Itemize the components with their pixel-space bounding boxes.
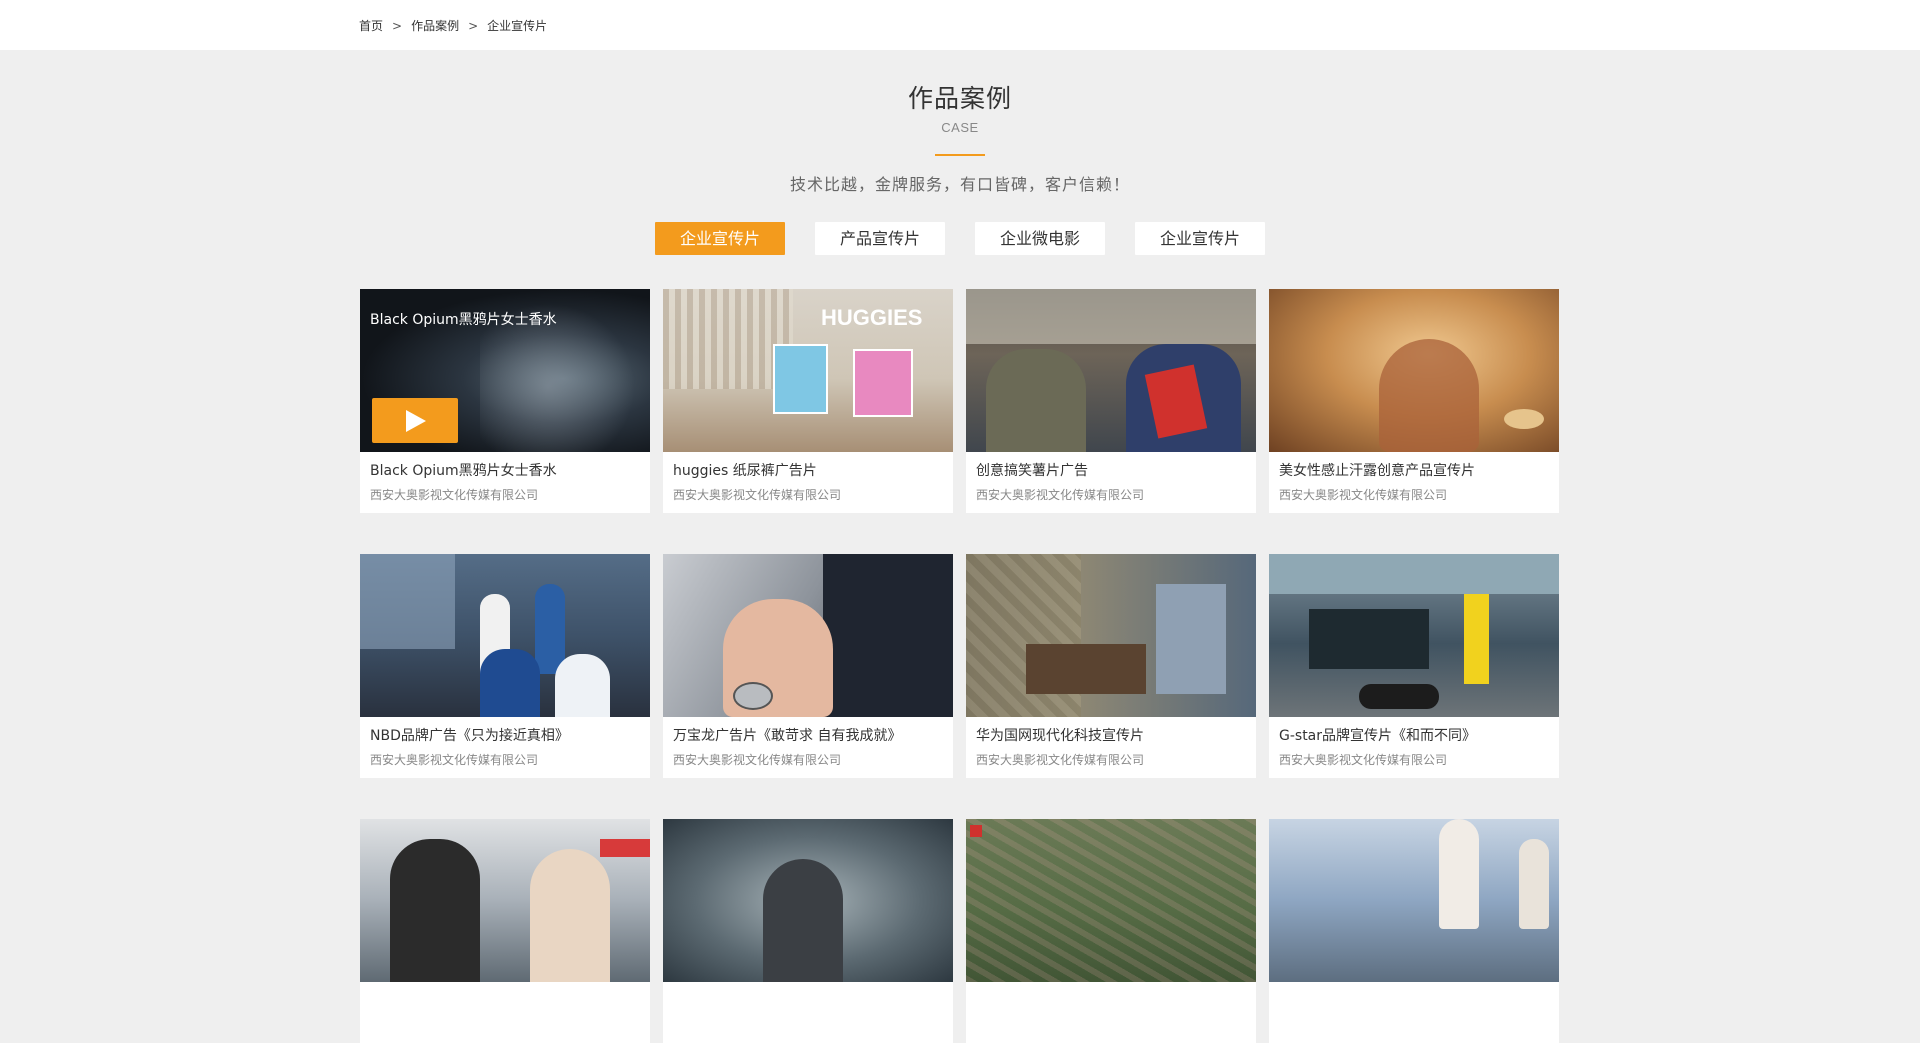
thumbnail-decoration [360,554,455,649]
case-card[interactable]: Black Opium黑鸦片女士香水 Black Opium黑鸦片女士香水 西安… [360,289,650,513]
breadcrumb: 首页 > 作品案例 > 企业宣传片 [359,17,547,34]
case-card[interactable] [360,819,650,1043]
case-company: 西安大奥影视文化传媒有限公司 [976,753,1145,767]
case-thumbnail[interactable] [1269,819,1559,982]
thumbnail-decoration [555,654,610,717]
thumbnail-decoration [1439,819,1479,929]
thumbnail-decoration [480,649,540,717]
case-card[interactable]: 华为国网现代化科技宣传片 西安大奥影视文化传媒有限公司 [966,554,1256,778]
section-heading: 作品案例 CASE 技术比越，金牌服务，有口皆碑，客户信赖！ [0,82,1920,195]
case-card[interactable] [1269,819,1559,1043]
thumbnail-decoration [1464,594,1489,684]
case-thumbnail[interactable]: Black Opium黑鸦片女士香水 [360,289,650,452]
case-company: 西安大奥影视文化传媒有限公司 [370,753,539,767]
thumbnail-decoration [986,349,1086,452]
case-title[interactable]: G-star品牌宣传片《和而不同》 [1279,725,1476,745]
breadcrumb-home[interactable]: 首页 [359,17,383,34]
case-thumbnail[interactable] [1269,289,1559,452]
case-thumbnail[interactable] [663,819,953,982]
case-thumbnail[interactable] [1269,554,1559,717]
tab-micro-film[interactable]: 企业微电影 [975,222,1105,255]
case-card[interactable]: 美女性感止汗露创意产品宣传片 西安大奥影视文化传媒有限公司 [1269,289,1559,513]
thumbnail-decoration [970,825,982,837]
thumbnail-decoration [733,682,773,710]
case-title[interactable]: 创意搞笑薯片广告 [976,460,1088,480]
tab-corporate-promo[interactable]: 企业宣传片 [655,222,785,255]
breadcrumb-current[interactable]: 企业宣传片 [487,17,547,34]
breadcrumb-separator: > [468,18,479,33]
thumbnail-decoration [1156,584,1226,694]
thumbnail-decoration [823,554,953,717]
breadcrumb-cases[interactable]: 作品案例 [411,17,459,34]
case-card[interactable]: 万宝龙广告片《敢苛求 自有我成就》 西安大奥影视文化传媒有限公司 [663,554,953,778]
case-thumbnail[interactable] [966,819,1256,982]
thumbnail-decoration [966,289,1256,344]
category-tabs: 企业宣传片 产品宣传片 企业微电影 企业宣传片 [0,222,1920,255]
page-title: 作品案例 [907,84,1012,113]
case-title[interactable]: 华为国网现代化科技宣传片 [976,725,1144,745]
case-company: 西安大奥影视文化传媒有限公司 [673,488,842,502]
case-company: 西安大奥影视文化传媒有限公司 [1279,488,1448,502]
page-subtitle: CASE [941,120,979,135]
breadcrumb-separator: > [392,18,403,33]
case-card[interactable]: G-star品牌宣传片《和而不同》 西安大奥影视文化传媒有限公司 [1269,554,1559,778]
case-title[interactable]: huggies 纸尿裤广告片 [673,460,817,480]
case-company: 西安大奥影视文化传媒有限公司 [976,488,1145,502]
case-card[interactable]: HUGGIES huggies 纸尿裤广告片 西安大奥影视文化传媒有限公司 [663,289,953,513]
title-divider [935,154,985,156]
thumbnail-decoration [1504,409,1544,429]
case-card[interactable] [663,819,953,1043]
case-thumbnail[interactable] [966,554,1256,717]
thumbnail-decoration [390,839,480,982]
case-title[interactable]: 万宝龙广告片《敢苛求 自有我成就》 [673,725,901,745]
breadcrumb-bar: 首页 > 作品案例 > 企业宣传片 [0,0,1920,50]
case-thumbnail[interactable] [966,289,1256,452]
thumbnail-decoration [1359,684,1439,709]
thumbnail-decoration [1309,609,1429,669]
case-title[interactable]: Black Opium黑鸦片女士香水 [370,460,557,480]
tab-corporate-promo-2[interactable]: 企业宣传片 [1135,222,1265,255]
thumbnail-decoration [773,344,828,414]
case-company: 西安大奥影视文化传媒有限公司 [1279,753,1448,767]
case-company: 西安大奥影视文化传媒有限公司 [673,753,842,767]
case-thumbnail[interactable]: HUGGIES [663,289,953,452]
thumbnail-decoration [530,849,610,982]
thumbnail-decoration [1379,339,1479,452]
case-company: 西安大奥影视文化传媒有限公司 [370,488,539,502]
thumbnail-overlay-title: Black Opium黑鸦片女士香水 [370,312,557,328]
page-slogan: 技术比越，金牌服务，有口皆碑，客户信赖！ [789,175,1130,194]
case-thumbnail[interactable] [360,554,650,717]
case-thumbnail[interactable] [663,554,953,717]
thumbnail-decoration [600,839,650,857]
case-card[interactable]: NBD品牌广告《只为接近真相》 西安大奥影视文化传媒有限公司 [360,554,650,778]
case-title[interactable]: 美女性感止汗露创意产品宣传片 [1279,460,1475,480]
thumbnail-decoration [1519,839,1549,929]
thumbnail-decoration [853,349,913,417]
thumbnail-decoration [763,859,843,982]
case-thumbnail[interactable] [360,819,650,982]
tab-product-promo[interactable]: 产品宣传片 [815,222,945,255]
thumbnail-brand-text: HUGGIES [821,305,923,330]
thumbnail-decoration [1026,644,1146,694]
case-title[interactable]: NBD品牌广告《只为接近真相》 [370,725,569,745]
case-card[interactable]: 创意搞笑薯片广告 西安大奥影视文化传媒有限公司 [966,289,1256,513]
thumbnail-decoration [1269,554,1559,594]
play-icon [406,409,426,432]
case-grid: Black Opium黑鸦片女士香水 Black Opium黑鸦片女士香水 西安… [360,289,1560,1043]
thumbnail-decoration [966,819,1256,982]
play-button[interactable] [372,398,458,443]
thumbnail-decoration [535,584,565,674]
case-card[interactable] [966,819,1256,1043]
